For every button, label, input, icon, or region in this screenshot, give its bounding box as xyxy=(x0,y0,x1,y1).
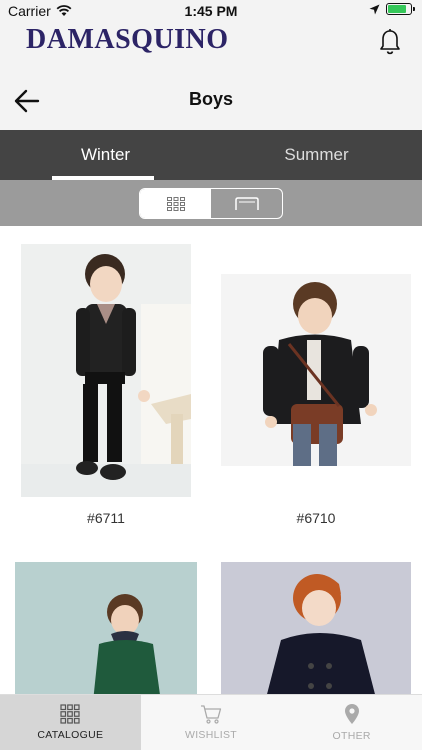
single-view-icon xyxy=(234,196,259,210)
product-photo xyxy=(21,244,191,497)
grid-icon xyxy=(166,196,185,211)
location-arrow-icon xyxy=(369,4,380,14)
location-pin-icon xyxy=(344,704,359,724)
product-code: #6711 xyxy=(87,510,125,526)
tab-other[interactable]: OTHER xyxy=(281,695,422,750)
battery-level xyxy=(388,5,406,13)
product-card[interactable]: #6711 xyxy=(21,244,191,529)
bottom-tab-bar: CATALOGUE WISHLIST OTHER xyxy=(0,694,422,750)
product-photo xyxy=(221,562,411,694)
title-bar: Boys xyxy=(0,72,422,130)
product-card[interactable] xyxy=(221,562,411,694)
tab-wishlist[interactable]: WISHLIST xyxy=(141,695,282,750)
brand-bar: DAMASQUINO xyxy=(0,22,422,72)
page-title: Boys xyxy=(188,89,233,109)
single-view-button[interactable] xyxy=(211,189,282,218)
grid-view-button[interactable] xyxy=(140,189,211,218)
product-card[interactable]: #6710 xyxy=(221,274,411,529)
product-card[interactable] xyxy=(15,562,197,694)
grid-icon xyxy=(60,704,80,724)
product-code: #6710 xyxy=(296,510,336,526)
product-grid: #6711 #6710 xyxy=(0,226,422,694)
tab-catalogue[interactable]: CATALOGUE xyxy=(0,695,141,750)
tab-label: WISHLIST xyxy=(185,729,237,741)
status-time: 1:45 PM xyxy=(184,3,238,19)
season-tabs: Winter Summer xyxy=(0,130,422,180)
notification-bell-icon[interactable] xyxy=(378,28,402,56)
view-toggle xyxy=(139,188,283,219)
product-photo xyxy=(221,274,411,466)
view-toggle-bar xyxy=(0,180,422,226)
tab-winter[interactable]: Winter xyxy=(0,130,211,180)
brand-logo: DAMASQUINO xyxy=(26,24,229,55)
tab-label: OTHER xyxy=(332,730,371,742)
battery-icon xyxy=(386,3,415,15)
product-photo xyxy=(15,562,197,694)
tab-label: CATALOGUE xyxy=(37,729,104,741)
tab-summer[interactable]: Summer xyxy=(211,130,422,180)
status-bar: Carrier 1:45 PM xyxy=(0,0,422,22)
cart-icon xyxy=(201,705,222,724)
